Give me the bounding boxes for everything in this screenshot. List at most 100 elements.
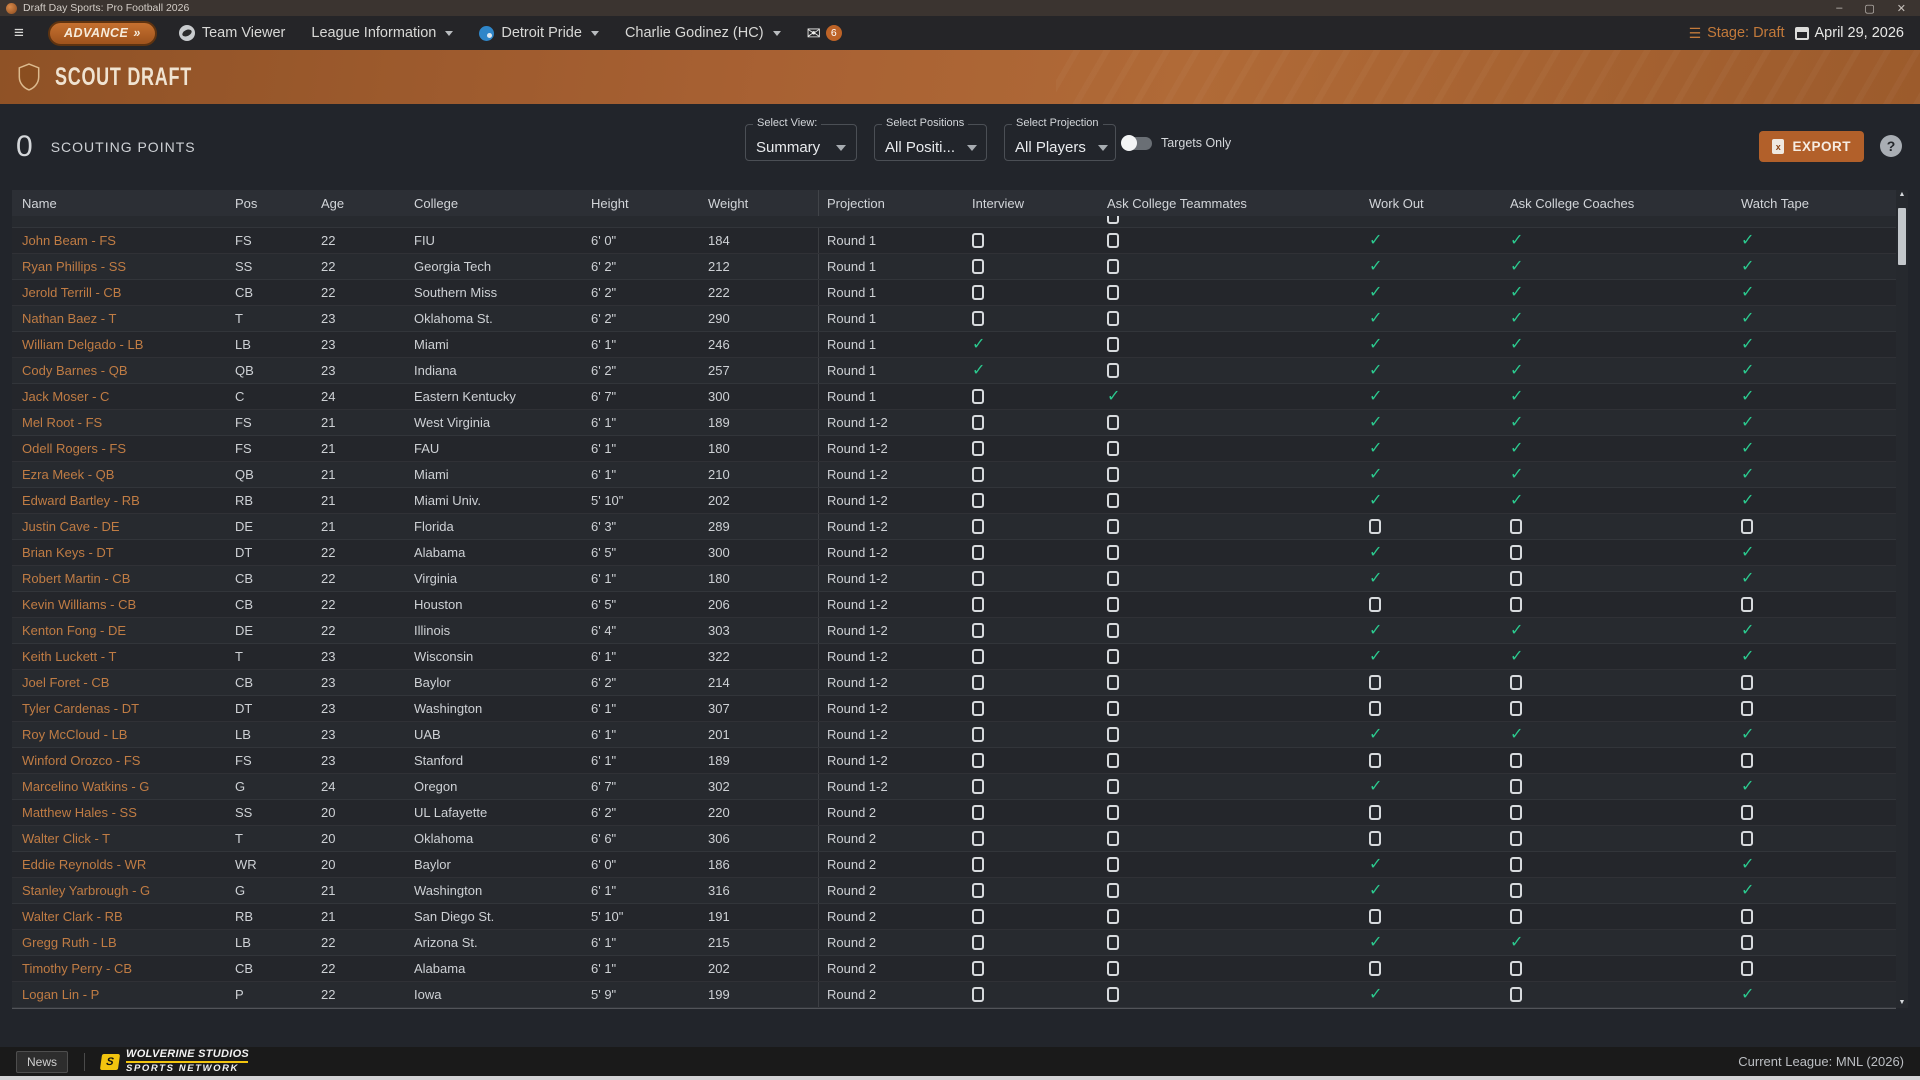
maximize-button[interactable]: ▢ [1864,2,1874,15]
checkbox[interactable] [972,857,984,872]
player-name-link[interactable]: Timothy Perry - CB [22,961,132,976]
checkbox[interactable] [972,805,984,820]
checkbox[interactable] [972,415,984,430]
column-header-weight[interactable]: Weight [708,190,818,216]
checkbox[interactable] [972,727,984,742]
player-name-link[interactable]: Robert Martin - CB [22,571,130,586]
checkbox[interactable] [972,909,984,924]
checkbox[interactable] [972,519,984,534]
checkbox[interactable] [1107,259,1119,274]
close-button[interactable]: ✕ [1897,2,1906,15]
checkbox[interactable] [972,493,984,508]
checkbox[interactable] [972,649,984,664]
checkbox[interactable] [1107,216,1119,224]
checkbox[interactable] [972,831,984,846]
checkbox[interactable] [1510,779,1522,794]
checkbox[interactable] [1107,987,1119,1002]
column-header-interview[interactable]: Interview [958,190,1093,216]
scrollbar-down-icon[interactable]: ▼ [1899,998,1906,1008]
checkbox[interactable] [972,285,984,300]
checkbox[interactable] [1107,415,1119,430]
checkbox[interactable] [1107,779,1119,794]
player-name-link[interactable]: Nathan Baez - T [22,311,116,326]
player-name-link[interactable]: Odell Rogers - FS [22,441,126,456]
player-name-link[interactable]: John Beam - FS [22,233,116,248]
checkbox[interactable] [1510,857,1522,872]
checkbox[interactable] [1510,675,1522,690]
mail-button[interactable]: 6 [807,25,842,42]
player-name-link[interactable]: William Delgado - LB [22,337,143,352]
checkbox[interactable] [1369,675,1381,690]
checkbox[interactable] [1107,883,1119,898]
checkbox[interactable] [1741,935,1753,950]
checkbox[interactable] [1107,909,1119,924]
player-name-link[interactable]: Edward Bartley - RB [22,493,140,508]
nav-item-team-menu[interactable]: Detroit Pride [479,25,599,41]
column-header-age[interactable]: Age [321,190,414,216]
checkbox[interactable] [1107,233,1119,248]
checkbox[interactable] [1510,987,1522,1002]
player-name-link[interactable]: Walter Clark - RB [22,909,123,924]
player-name-link[interactable]: Stanley Yarbrough - G [22,883,150,898]
scrollbar-thumb[interactable] [1898,208,1906,265]
player-name-link[interactable]: Jack Moser - C [22,389,109,404]
checkbox[interactable] [1510,805,1522,820]
checkbox[interactable] [1741,519,1753,534]
checkbox[interactable] [1107,623,1119,638]
checkbox[interactable] [1107,519,1119,534]
player-name-link[interactable]: Ryan Phillips - SS [22,259,126,274]
positions-select[interactable]: Select Positions All Positi... [874,124,987,161]
checkbox[interactable] [1369,519,1381,534]
checkbox[interactable] [1107,701,1119,716]
checkbox[interactable] [1107,571,1119,586]
export-button[interactable]: EXPORT [1759,131,1864,162]
checkbox[interactable] [1510,519,1522,534]
checkbox[interactable] [972,389,984,404]
checkbox[interactable] [1107,597,1119,612]
column-header-projection[interactable]: Projection [818,190,958,216]
checkbox[interactable] [1741,675,1753,690]
column-header-name[interactable]: Name [12,190,235,216]
checkbox[interactable] [972,623,984,638]
column-header-watch-tape[interactable]: Watch Tape [1727,190,1896,216]
column-header-ask-college-coaches[interactable]: Ask College Coaches [1496,190,1727,216]
checkbox[interactable] [972,259,984,274]
advance-button[interactable]: ADVANCE » [48,21,157,46]
player-name-link[interactable]: Gregg Ruth - LB [22,935,117,950]
player-name-link[interactable]: Eddie Reynolds - WR [22,857,146,872]
checkbox[interactable] [1510,545,1522,560]
checkbox[interactable] [1369,961,1381,976]
checkbox[interactable] [1107,675,1119,690]
checkbox[interactable] [1741,597,1753,612]
checkbox[interactable] [972,545,984,560]
checkbox[interactable] [1369,805,1381,820]
player-name-link[interactable]: Joel Foret - CB [22,675,109,690]
player-name-link[interactable]: Kevin Williams - CB [22,597,136,612]
checkbox[interactable] [1510,597,1522,612]
checkbox[interactable] [1510,883,1522,898]
checkbox[interactable] [1107,363,1119,378]
stage-indicator[interactable]: Stage: Draft [1689,25,1785,42]
nav-item-league-information[interactable]: League Information [311,25,453,41]
player-name-link[interactable]: Ezra Meek - QB [22,467,114,482]
checkbox[interactable] [1369,597,1381,612]
checkbox[interactable] [1369,909,1381,924]
nav-item-user-menu[interactable]: Charlie Godinez (HC) [625,25,781,41]
player-name-link[interactable]: Mel Root - FS [22,415,102,430]
player-name-link[interactable]: Justin Cave - DE [22,519,120,534]
checkbox[interactable] [1741,753,1753,768]
checkbox[interactable] [1107,935,1119,950]
checkbox[interactable] [1107,831,1119,846]
news-button[interactable]: News [16,1051,68,1073]
checkbox[interactable] [1107,753,1119,768]
checkbox[interactable] [1107,441,1119,456]
checkbox[interactable] [1107,805,1119,820]
checkbox[interactable] [972,961,984,976]
player-name-link[interactable]: Kenton Fong - DE [22,623,126,638]
checkbox[interactable] [1107,857,1119,872]
checkbox[interactable] [972,987,984,1002]
checkbox[interactable] [1369,753,1381,768]
checkbox[interactable] [1510,701,1522,716]
checkbox[interactable] [1107,285,1119,300]
checkbox[interactable] [1741,805,1753,820]
